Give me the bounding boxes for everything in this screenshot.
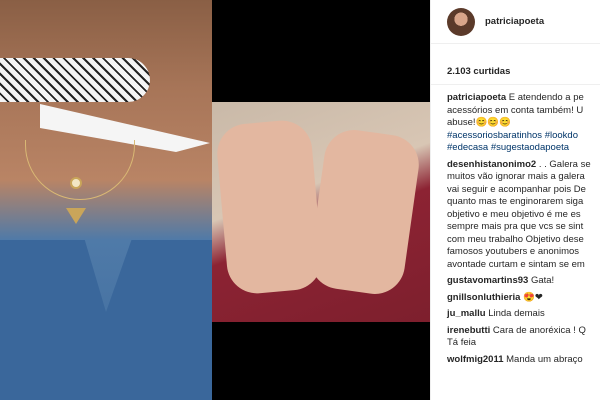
denim-shirt: [0, 240, 212, 400]
list-item: ju_mallu Linda demais: [447, 308, 600, 321]
likes-count[interactable]: 2.103 curtidas: [447, 66, 510, 77]
comment-text: Linda demais: [488, 308, 545, 319]
comment-text: famosos youtubers e anonimos: [447, 246, 580, 257]
post-sidebar: patriciapoeta 2.103 curtidas patriciapoe…: [430, 0, 600, 400]
divider: [431, 84, 600, 85]
comment-text: Tá feia: [447, 337, 477, 348]
list-item: desenhistanonimo2 . . Galera se muitos v…: [447, 159, 600, 272]
comment-text: objetivo e meu objetivo é me es: [447, 208, 581, 220]
rings-scene: [212, 102, 430, 322]
right-hand: [306, 126, 423, 298]
comments-list: patriciapoeta E atendendo a pe acessório…: [447, 92, 600, 370]
comment-text: com meu trabalho Objetivo dese: [447, 233, 584, 245]
comment-text: Cara de anoréxica ! Q: [492, 324, 586, 336]
left-hand: [214, 118, 325, 296]
hashtag-link[interactable]: #acessoriosbaratinhos #lookdo: [447, 130, 600, 143]
comment-username[interactable]: desenhistanonimo2: [447, 159, 536, 170]
comment-text: vai seguir e acompanhar pois De: [447, 183, 586, 195]
caption-text: abuse!😊😊😊: [447, 117, 512, 128]
comment-text: muitos vão ignorar mais a galera: [447, 171, 585, 182]
comment-text: 😍❤: [523, 291, 543, 303]
post-header: patriciapoeta: [431, 0, 600, 44]
comment-username[interactable]: gustavomartins93: [447, 275, 528, 286]
comment-username[interactable]: irenebutti: [447, 325, 490, 336]
post-media[interactable]: [0, 0, 430, 400]
photo-rings: [212, 0, 430, 400]
avatar[interactable]: [447, 7, 475, 36]
caption: patriciapoeta E atendendo a pe acessório…: [447, 92, 600, 155]
hashtag-link[interactable]: #edecasa #sugestaodapoeta: [447, 142, 600, 155]
triangle-pendant: [66, 208, 86, 224]
comment-text: . . Galera se: [538, 158, 591, 170]
comment-username[interactable]: wolfmig2011: [447, 354, 504, 365]
list-item: wolfmig2011 Manda um abraço: [447, 354, 600, 367]
comment-text: sempre mais pra que vcs se sint: [447, 221, 584, 232]
header-username[interactable]: patriciapoeta: [485, 16, 544, 27]
comment-text: avontade curtam e sintam se em: [447, 258, 585, 270]
photo-necklaces: [0, 0, 212, 400]
comment-text: Gata!: [530, 275, 555, 286]
comment-text: quanto mas te enginorarem siga: [447, 196, 584, 207]
list-item: irenebutti Cara de anoréxica ! Q Tá feia: [447, 325, 600, 350]
caption-text: E atendendo a pe: [508, 92, 584, 103]
comment-username[interactable]: ju_mallu: [447, 308, 486, 319]
bandana-scarf: [0, 58, 150, 102]
caption-username[interactable]: patriciapoeta: [447, 92, 506, 103]
comment-text: Manda um abraço: [506, 353, 583, 365]
comment-username[interactable]: gnillsonluthieria: [447, 292, 520, 303]
caption-text: acessórios em conta também! U: [447, 104, 584, 116]
list-item: gnillsonluthieria 😍❤: [447, 292, 600, 305]
list-item: gustavomartins93 Gata!: [447, 275, 600, 288]
necklace-chain: [25, 140, 135, 200]
necklace-pendant: [70, 177, 82, 189]
